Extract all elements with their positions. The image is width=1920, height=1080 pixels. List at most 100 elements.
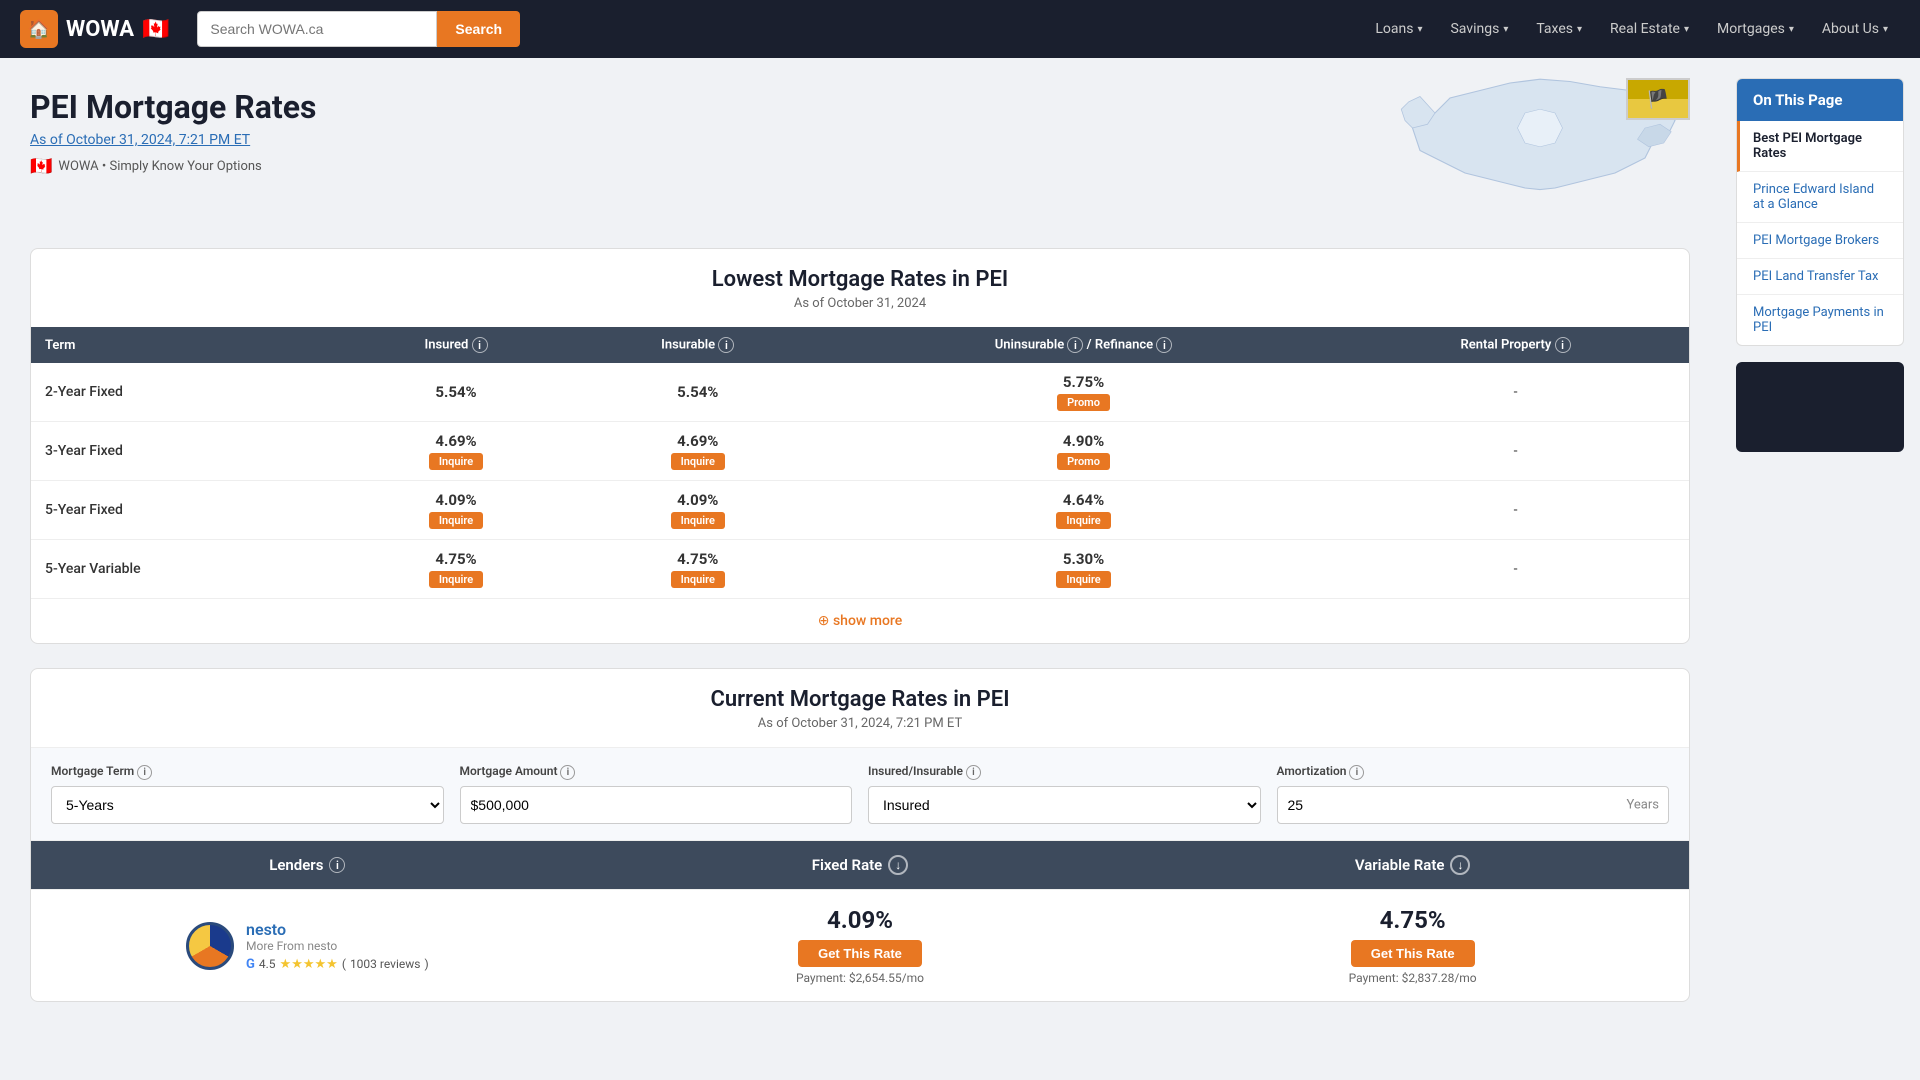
amort-input-group: Years <box>1277 786 1670 824</box>
google-g-icon: G <box>246 957 255 972</box>
term-label: Mortgage Term i <box>51 764 444 780</box>
nesto-variable-rate: 4.75% <box>1380 906 1446 934</box>
table-row: 2-Year Fixed 5.54% 5.54% 5.75% Promo - <box>31 363 1689 422</box>
insured-filter: Insured/Insurable i Insured Insurable Un… <box>868 764 1261 824</box>
toc-item-3[interactable]: PEI Land Transfer Tax <box>1737 259 1903 295</box>
insurable-cell: 5.54% <box>570 363 825 422</box>
toc-item-4[interactable]: Mortgage Payments in PEI <box>1737 295 1903 345</box>
insurable-badge[interactable]: Inquire <box>671 453 725 470</box>
nesto-fixed-get-rate-btn[interactable]: Get This Rate <box>798 940 922 967</box>
amort-input[interactable] <box>1277 786 1670 824</box>
insurable-badge[interactable]: Inquire <box>671 512 725 529</box>
show-more-icon: ⊕ <box>818 613 830 629</box>
uninsurable-cell: 5.30% Inquire <box>825 540 1342 599</box>
refinance-info-icon[interactable]: i <box>1156 337 1172 353</box>
insured-badge[interactable]: Inquire <box>429 571 483 588</box>
toc-item-0[interactable]: Best PEI Mortgage Rates <box>1737 121 1903 172</box>
uninsurable-badge[interactable]: Promo <box>1057 453 1110 470</box>
search-button[interactable]: Search <box>437 11 520 47</box>
amount-input[interactable] <box>460 786 853 824</box>
hero-text: PEI Mortgage Rates As of October 31, 202… <box>30 88 316 177</box>
insured-cell: 4.75% Inquire <box>342 540 571 599</box>
col-insurable: Insurable i <box>570 327 825 363</box>
flag-icon: 🇨🇦 <box>30 156 52 177</box>
insured-filter-info-icon[interactable]: i <box>966 765 981 780</box>
term-info-icon[interactable]: i <box>137 765 152 780</box>
uninsurable-cell: 4.64% Inquire <box>825 481 1342 540</box>
nesto-more-link[interactable]: More From nesto <box>246 939 429 953</box>
rental-cell: - <box>1342 540 1689 599</box>
col-uninsurable: Uninsurable i / Refinance i <box>825 327 1342 363</box>
insurable-badge[interactable]: Inquire <box>671 571 725 588</box>
rental-info-icon[interactable]: i <box>1555 337 1571 353</box>
nesto-reviews: ( <box>342 957 346 971</box>
nav-mortgages[interactable]: Mortgages ▾ <box>1705 0 1806 58</box>
current-rates-card: Current Mortgage Rates in PEI As of Octo… <box>30 668 1690 1002</box>
hero-date[interactable]: As of October 31, 2024, 7:21 PM ET <box>30 132 316 148</box>
col-term: Term <box>31 327 342 363</box>
uninsurable-badge[interactable]: Inquire <box>1056 571 1110 588</box>
nesto-stars: ★★★★★ <box>280 957 338 972</box>
table-row: 5-Year Variable 4.75% Inquire 4.75% Inqu… <box>31 540 1689 599</box>
lender-nesto-row: nesto More From nesto G 4.5 ★★★★★ (1003 … <box>31 889 1689 1001</box>
taxes-chevron: ▾ <box>1577 24 1582 35</box>
nav-about-us[interactable]: About Us ▾ <box>1810 0 1900 58</box>
amount-info-icon[interactable]: i <box>560 765 575 780</box>
search-input[interactable] <box>197 11 437 47</box>
lenders-col-header: Lenders i <box>31 841 584 889</box>
insurable-cell: 4.69% Inquire <box>570 422 825 481</box>
amort-info-icon[interactable]: i <box>1349 765 1364 780</box>
show-more-button[interactable]: ⊕ show more <box>31 598 1689 643</box>
uninsurable-badge[interactable]: Inquire <box>1056 512 1110 529</box>
tagline-text: WOWA • Simply Know Your Options <box>58 159 261 174</box>
nesto-fixed-cell: 4.09% Get This Rate Payment: $2,654.55/m… <box>584 890 1137 1001</box>
toc-items: Best PEI Mortgage RatesPrince Edward Isl… <box>1737 121 1903 345</box>
insured-cell: 4.69% Inquire <box>342 422 571 481</box>
lowest-rates-table: Term Insured i Insurable i Uninsurable i… <box>31 327 1689 598</box>
logo-link[interactable]: 🏠 WOWA 🇨🇦 <box>20 10 169 48</box>
sidebar: On This Page Best PEI Mortgage RatesPrin… <box>1720 58 1920 1066</box>
toc-item-1[interactable]: Prince Edward Island at a Glance <box>1737 172 1903 223</box>
nesto-variable-get-rate-btn[interactable]: Get This Rate <box>1351 940 1475 967</box>
rental-cell: - <box>1342 422 1689 481</box>
nav-savings[interactable]: Savings ▾ <box>1438 0 1520 58</box>
lowest-rates-title: Lowest Mortgage Rates in PEI <box>31 249 1689 296</box>
insured-select[interactable]: Insured Insurable Uninsurable <box>868 786 1261 824</box>
term-select[interactable]: 5-Years 3-Years 2-Years <box>51 786 444 824</box>
nesto-rating-value: 4.5 <box>259 957 276 971</box>
nav-loans[interactable]: Loans ▾ <box>1363 0 1434 58</box>
term-filter: Mortgage Term i 5-Years 3-Years 2-Years <box>51 764 444 824</box>
savings-chevron: ▾ <box>1503 24 1508 35</box>
lenders-header-info-icon[interactable]: i <box>329 857 345 873</box>
uninsurable-badge[interactable]: Promo <box>1057 394 1110 411</box>
toc-header: On This Page <box>1737 79 1903 121</box>
about-chevron: ▾ <box>1883 24 1888 35</box>
toc-item-2[interactable]: PEI Mortgage Brokers <box>1737 223 1903 259</box>
nesto-logo <box>186 922 234 970</box>
nesto-name[interactable]: nesto <box>246 920 429 939</box>
real-estate-chevron: ▾ <box>1684 24 1689 35</box>
nesto-fixed-rate: 4.09% <box>827 906 893 934</box>
page-title: PEI Mortgage Rates <box>30 88 316 126</box>
loans-chevron: ▾ <box>1417 24 1422 35</box>
insured-cell: 4.09% Inquire <box>342 481 571 540</box>
lenders-header: Lenders i Fixed Rate ↓ Variable Rate ↓ <box>31 841 1689 889</box>
uninsurable-info-icon[interactable]: i <box>1067 337 1083 353</box>
fixed-rate-sort-icon[interactable]: ↓ <box>888 855 908 875</box>
amort-label: Amortization i <box>1277 764 1670 780</box>
lowest-rates-subtitle: As of October 31, 2024 <box>31 296 1689 327</box>
amount-filter: Mortgage Amount i <box>460 764 853 824</box>
ad-box <box>1736 362 1904 452</box>
variable-rate-sort-icon[interactable]: ↓ <box>1450 855 1470 875</box>
lender-nesto-info: nesto More From nesto G 4.5 ★★★★★ (1003 … <box>31 890 584 1001</box>
insured-badge[interactable]: Inquire <box>429 453 483 470</box>
nav-real-estate[interactable]: Real Estate ▾ <box>1598 0 1701 58</box>
insurable-info-icon[interactable]: i <box>718 337 734 353</box>
lender-info-group: nesto More From nesto G 4.5 ★★★★★ (1003 … <box>186 920 429 972</box>
insured-badge[interactable]: Inquire <box>429 512 483 529</box>
term-cell: 5-Year Fixed <box>31 481 342 540</box>
insured-info-icon[interactable]: i <box>472 337 488 353</box>
toc-card: On This Page Best PEI Mortgage RatesPrin… <box>1736 78 1904 346</box>
rental-cell: - <box>1342 481 1689 540</box>
nav-taxes[interactable]: Taxes ▾ <box>1524 0 1594 58</box>
